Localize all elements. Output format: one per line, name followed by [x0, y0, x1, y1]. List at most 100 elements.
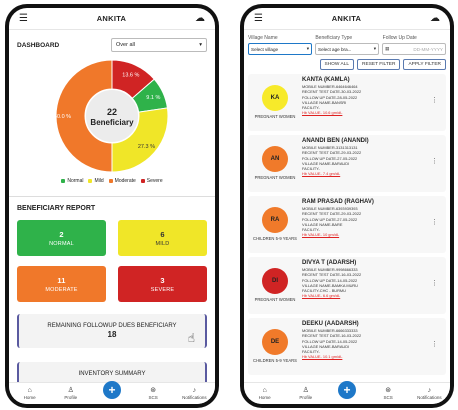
nav-profile-label: Profile — [299, 395, 313, 400]
beneficiary-hb-value[interactable]: Hb VALUE- 10 gm/dL — [302, 232, 446, 237]
hamburger-icon[interactable]: ☰ — [254, 13, 263, 24]
mild-card[interactable]: 6 MILD — [118, 220, 207, 256]
filter-inputs: Select village ▾ Select age bra... ▾ ▦ D… — [244, 41, 450, 55]
beneficiary-name: DIVYA T (ADARSH) — [302, 260, 357, 266]
app-bar: ☰ ANKITA ☁ — [244, 8, 450, 30]
beneficiary-avatar-col: AN PREGNANT WOMEN — [248, 135, 302, 192]
follow-up-date-placeholder: DD-MM-YYYY — [413, 46, 443, 52]
donut-label-moderate: 50.0 % — [54, 114, 71, 120]
beneficiary-details: KANTA (KAMLA) MOBILE NUMBER-6464646464 REC… — [302, 74, 446, 131]
show-all-button[interactable]: SHOW ALL — [319, 59, 355, 70]
nav-profile[interactable]: ♙ Profile — [53, 387, 89, 400]
home-icon: ⌂ — [27, 387, 32, 394]
nav-scs[interactable]: ⊛ SCS — [135, 387, 171, 400]
bell-icon: ♪ — [192, 387, 197, 394]
home-icon: ⌂ — [262, 387, 267, 394]
donut-label-normal: 9.1 % — [146, 95, 160, 101]
filter-buttons: SHOW ALL RESET FILTER APPLY FILTER — [244, 55, 450, 74]
avatar: RA — [262, 207, 288, 234]
reset-filter-button[interactable]: RESET FILTER — [357, 59, 401, 70]
beneficiary-type-label: Beneficiary Type — [315, 35, 353, 41]
nav-home[interactable]: ⌂ Home — [12, 387, 48, 400]
beneficiary-card[interactable]: KA PREGNANT WOMEN KANTA (KAMLA) MOBILE NUMB… — [248, 74, 446, 131]
nav-scs[interactable]: ⊛ SCS — [370, 387, 406, 400]
nav-notifications-label: Notifications — [417, 395, 442, 400]
nav-home[interactable]: ⌂ Home — [247, 387, 283, 400]
nav-scs-label: SCS — [148, 395, 158, 400]
legend-item-mild: Mild — [88, 178, 104, 184]
kebab-menu-icon[interactable]: ⋮ — [431, 340, 438, 348]
village-select[interactable]: Select village ▾ — [248, 43, 312, 55]
avatar: AN — [262, 146, 288, 173]
legend-label-normal: Normal — [67, 178, 84, 184]
profile-icon: ♙ — [302, 387, 309, 394]
beneficiary-hb-value[interactable]: Hb VALUE- 6.6 gm/dL — [302, 293, 446, 298]
beneficiary-details: DEEKU (AADARSH) MOBILE NUMBER-6666333333 R… — [302, 318, 446, 375]
legend-swatch-moderate — [108, 178, 113, 183]
nav-home-label: Home — [258, 395, 271, 400]
kebab-menu-icon[interactable]: ⋮ — [431, 279, 438, 287]
nav-scs-label: SCS — [383, 395, 393, 400]
bell-icon: ♪ — [427, 387, 432, 394]
kebab-menu-icon[interactable]: ⋮ — [431, 218, 438, 226]
donut-center-label: Beneficiary — [90, 118, 134, 127]
avatar: DI — [262, 268, 288, 295]
beneficiary-details: RAM PRASAD (RAGHAV) MOBILE NUMBER-6393939… — [302, 196, 446, 253]
beneficiary-card[interactable]: RA CHILDREN 5-9 YEARS RAM PRASAD (RAGHAV) M… — [248, 196, 446, 253]
add-icon: + — [102, 380, 121, 399]
nav-profile[interactable]: ♙ Profile — [288, 387, 324, 400]
beneficiary-name: ANANDI BEN (ANANDI) — [302, 138, 369, 144]
donut-label-mild: 27.3 % — [138, 144, 155, 150]
beneficiary-avatar-col: RA CHILDREN 5-9 YEARS — [248, 196, 302, 253]
beneficiary-hb-value[interactable]: Hb VALUE- 10.6 gm/dL — [302, 110, 446, 115]
apply-filter-button[interactable]: APPLY FILTER — [403, 59, 446, 70]
normal-card[interactable]: 2 NORMAL — [17, 220, 106, 256]
kebab-menu-icon[interactable]: ⋮ — [431, 157, 438, 165]
status-cards: 2 NORMAL 6 MILD 11 MODERATE 3 SEVERE — [9, 212, 215, 302]
nav-notifications[interactable]: ♪ Notifications — [411, 387, 447, 400]
nav-notifications[interactable]: ♪ Notifications — [176, 387, 212, 400]
nav-add[interactable]: + — [329, 380, 365, 399]
beneficiary-category: PREGNANT WOMEN — [254, 297, 296, 303]
cloud-icon[interactable]: ☁ — [195, 13, 205, 24]
beneficiary-card[interactable]: DI PREGNANT WOMEN DIVYA T (ADARSH) MOBILE N… — [248, 257, 446, 314]
dashboard-header: DASHBOARD Over all ▾ — [9, 30, 215, 56]
beneficiary-avatar-col: KA PREGNANT WOMEN — [248, 74, 302, 131]
beneficiary-card[interactable]: AN PREGNANT WOMEN ANANDI BEN (ANANDI) MOBIL… — [248, 135, 446, 192]
severe-card[interactable]: 3 SEVERE — [118, 266, 207, 302]
nav-add[interactable]: + — [94, 380, 130, 399]
legend-swatch-severe — [140, 178, 145, 183]
bottom-nav: ⌂ Home ♙ Profile + ⊛ SCS ♪ Notifications — [244, 380, 450, 404]
donut-label-severe: 13.6 % — [122, 73, 139, 79]
phone-beneficiary-list: ☰ ANKITA ☁ Village Name Beneficiary Type… — [240, 4, 454, 408]
chevron-down-icon: ▾ — [199, 42, 202, 48]
filter-labels: Village Name Beneficiary Type Follow Up … — [244, 30, 450, 41]
mild-count: 6 — [160, 229, 165, 239]
followup-dues-card[interactable]: REMAINING FOLLOWUP DUES BENEFICIARY 18 ☝ — [17, 314, 207, 348]
beneficiary-category: PREGNANT WOMEN — [254, 175, 296, 181]
beneficiary-avatar-col: DI PREGNANT WOMEN — [248, 257, 302, 314]
moderate-count: 11 — [57, 275, 66, 285]
hamburger-icon[interactable]: ☰ — [19, 13, 28, 24]
severe-label: SEVERE — [150, 286, 175, 293]
overview-filter-select[interactable]: Over all ▾ — [111, 38, 207, 52]
profile-icon: ♙ — [67, 387, 74, 394]
beneficiary-hb-value[interactable]: Hb VALUE- 7.4 gm/dL — [302, 171, 446, 176]
nav-home-label: Home — [23, 395, 36, 400]
beneficiary-type-select[interactable]: Select age bra... ▾ — [315, 43, 379, 55]
phone-dashboard: ☰ ANKITA ☁ DASHBOARD Over all ▾ 13.6 % 9.… — [5, 4, 219, 408]
follow-up-date-input[interactable]: ▦ DD-MM-YYYY — [382, 43, 446, 55]
beneficiary-card[interactable]: DE CHILDREN 5-9 YEARS DEEKU (AADARSH) MOBIL… — [248, 318, 446, 375]
beneficiary-hb-value[interactable]: Hb VALUE- 10.1 gm/dL — [302, 354, 446, 359]
kebab-menu-icon[interactable]: ⋮ — [431, 96, 438, 104]
scs-icon: ⊛ — [150, 387, 157, 394]
donut-svg: 13.6 % 9.1 % 27.3 % 50.0 % 22Beneficiary — [54, 59, 169, 173]
follow-up-date-label: Follow Up Date — [382, 35, 417, 41]
followup-dues-count: 18 — [107, 330, 117, 339]
beneficiary-name: RAM PRASAD (RAGHAV) — [302, 199, 374, 205]
moderate-card[interactable]: 11 MODERATE — [17, 266, 106, 302]
scs-icon: ⊛ — [385, 387, 392, 394]
beneficiary-name: KANTA (KAMLA) — [302, 77, 350, 83]
cloud-icon[interactable]: ☁ — [430, 13, 440, 24]
dashboard-screen: ☰ ANKITA ☁ DASHBOARD Over all ▾ 13.6 % 9.… — [9, 8, 215, 404]
